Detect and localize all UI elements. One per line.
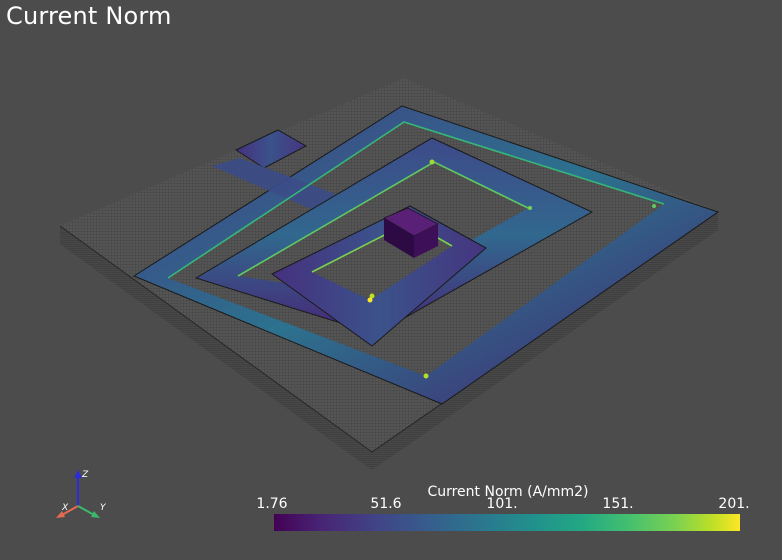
colorbar-tick-4: 151. bbox=[602, 496, 634, 512]
colorbar-tick-min: 1.76 bbox=[256, 496, 288, 512]
z-axis-label: Z bbox=[81, 470, 89, 480]
render-viewport[interactable]: Current Norm Z X Y Current Norm (A/mm2) … bbox=[0, 0, 782, 560]
colorbar-tick-3: 101. bbox=[486, 496, 518, 512]
colorbar-tick-max: 201. bbox=[718, 496, 750, 512]
x-axis-label: X bbox=[61, 503, 69, 513]
colorbar-tick-2: 51.6 bbox=[370, 496, 402, 512]
orientation-axes[interactable]: Z X Y bbox=[48, 466, 118, 522]
colorbar[interactable] bbox=[274, 514, 740, 531]
y-axis-label: Y bbox=[100, 503, 107, 513]
